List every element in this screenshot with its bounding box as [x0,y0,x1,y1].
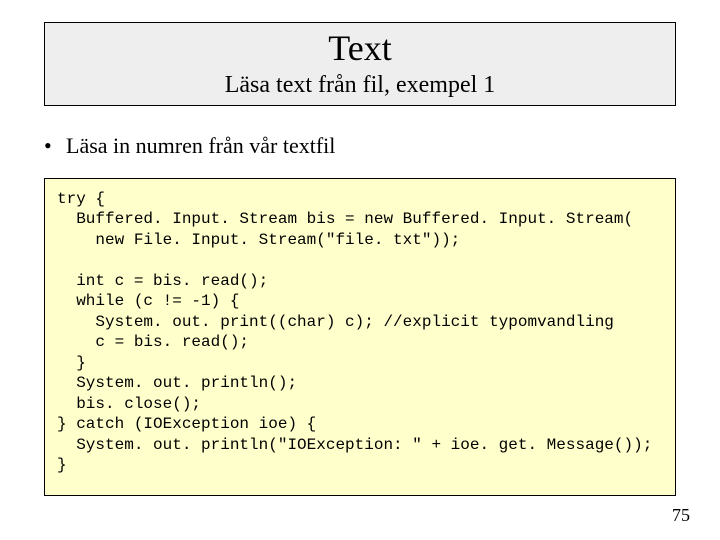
bullet-list: Läsa in numren från vår textfil [44,132,676,161]
code-block: try { Buffered. Input. Stream bis = new … [44,178,676,496]
slide-subtitle: Läsa text från fil, exempel 1 [45,71,675,100]
header-block: Text Läsa text från fil, exempel 1 [44,22,676,106]
page-number: 75 [672,505,690,526]
slide: Text Läsa text från fil, exempel 1 Läsa … [0,0,720,540]
bullet-item: Läsa in numren från vår textfil [44,132,676,161]
slide-title: Text [45,29,675,69]
